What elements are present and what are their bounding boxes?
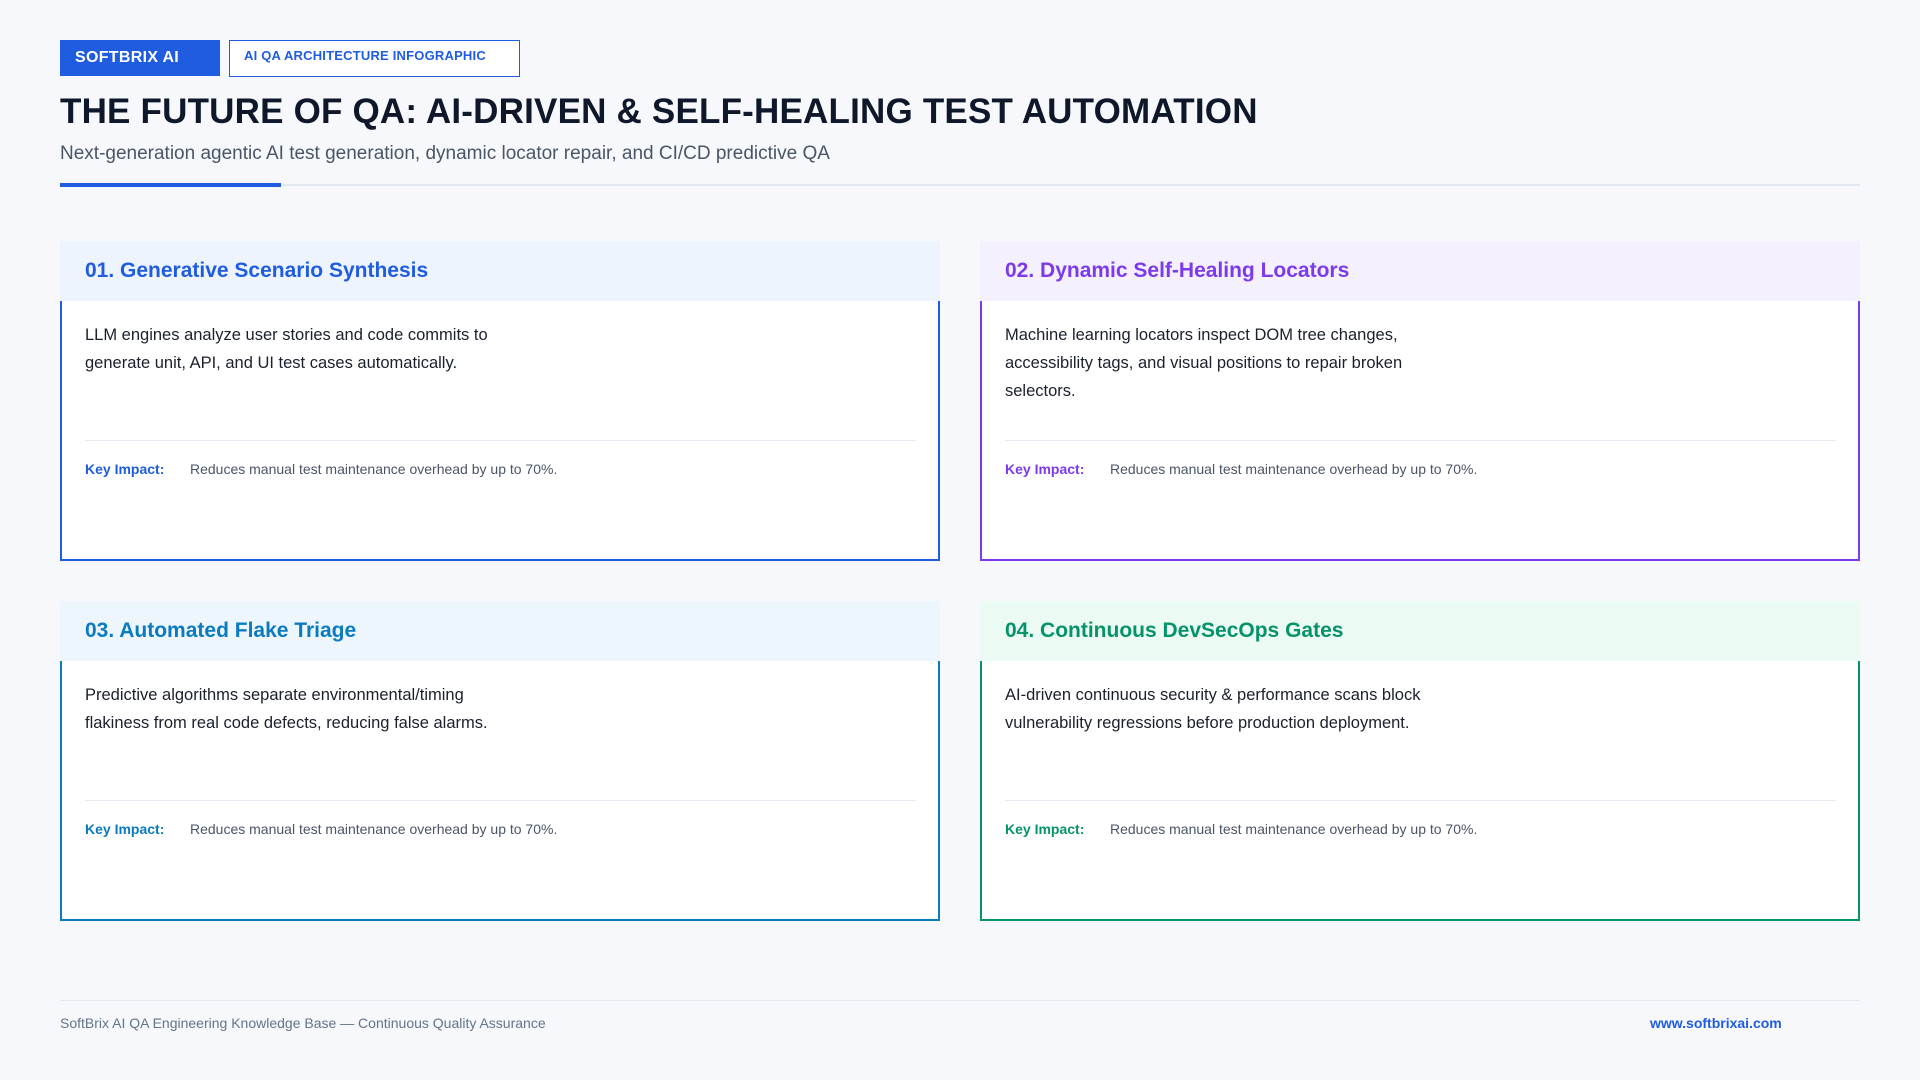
footer-caption: SoftBrix AI QA Engineering Knowledge Bas… <box>60 1015 546 1031</box>
impact-text: Reduces manual test maintenance overhead… <box>190 461 558 477</box>
card-dynamic-self-healing-locators: 02. Dynamic Self-Healing Locators Machin… <box>980 241 1860 561</box>
footer-divider <box>60 1000 1860 1001</box>
card-description: Machine learning locators inspect DOM tr… <box>1005 326 1403 400</box>
card-header: 03. Automated Flake Triage <box>60 601 940 661</box>
card-body: Machine learning locators inspect DOM tr… <box>980 301 1860 561</box>
card-divider <box>1005 800 1836 801</box>
header-badges: SOFTBRIX AI AI QA ARCHITECTURE INFOGRAPH… <box>60 40 520 77</box>
card-title: 03. Automated Flake Triage <box>85 619 357 642</box>
card-automated-flake-triage: 03. Automated Flake Triage Predictive al… <box>60 601 940 921</box>
impact-text: Reduces manual test maintenance overhead… <box>1110 461 1478 477</box>
header-divider <box>60 184 1860 186</box>
category-badge: AI QA ARCHITECTURE INFOGRAPHIC <box>229 40 520 77</box>
card-title: 02. Dynamic Self-Healing Locators <box>1005 259 1350 282</box>
card-impact: Key Impact: Reduces manual test maintena… <box>1005 461 1477 477</box>
card-impact: Key Impact: Reduces manual test maintena… <box>85 461 557 477</box>
card-impact: Key Impact: Reduces manual test maintena… <box>85 821 557 837</box>
card-title: 04. Continuous DevSecOps Gates <box>1005 619 1344 642</box>
card-divider <box>85 440 916 441</box>
card-body: Predictive algorithms separate environme… <box>60 661 940 921</box>
impact-text: Reduces manual test maintenance overhead… <box>1110 821 1478 837</box>
card-body: AI-driven continuous security & performa… <box>980 661 1860 921</box>
card-description: LLM engines analyze user stories and cod… <box>85 326 488 372</box>
card-header: 02. Dynamic Self-Healing Locators <box>980 241 1860 301</box>
header-divider-accent <box>60 183 281 187</box>
card-body: LLM engines analyze user stories and cod… <box>60 301 940 561</box>
impact-label: Key Impact: <box>85 461 165 477</box>
card-title: 01. Generative Scenario Synthesis <box>85 259 429 282</box>
card-header: 04. Continuous DevSecOps Gates <box>980 601 1860 661</box>
brand-badge: SOFTBRIX AI <box>60 40 220 76</box>
card-divider <box>85 800 916 801</box>
footer-website-link[interactable]: www.softbrixai.com <box>1650 1015 1782 1031</box>
page-title: THE FUTURE OF QA: AI-DRIVEN & SELF-HEALI… <box>60 92 1258 131</box>
card-description: Predictive algorithms separate environme… <box>85 686 488 732</box>
card-continuous-devsecops-gates: 04. Continuous DevSecOps Gates AI-driven… <box>980 601 1860 921</box>
impact-label: Key Impact: <box>85 821 165 837</box>
page-subtitle: Next-generation agentic AI test generati… <box>60 143 830 164</box>
card-impact: Key Impact: Reduces manual test maintena… <box>1005 821 1477 837</box>
card-header: 01. Generative Scenario Synthesis <box>60 241 940 301</box>
impact-text: Reduces manual test maintenance overhead… <box>190 821 558 837</box>
card-divider <box>1005 440 1836 441</box>
card-generative-scenario-synthesis: 01. Generative Scenario Synthesis LLM en… <box>60 241 940 561</box>
card-description: AI-driven continuous security & performa… <box>1005 686 1421 732</box>
impact-label: Key Impact: <box>1005 821 1085 837</box>
impact-label: Key Impact: <box>1005 461 1085 477</box>
